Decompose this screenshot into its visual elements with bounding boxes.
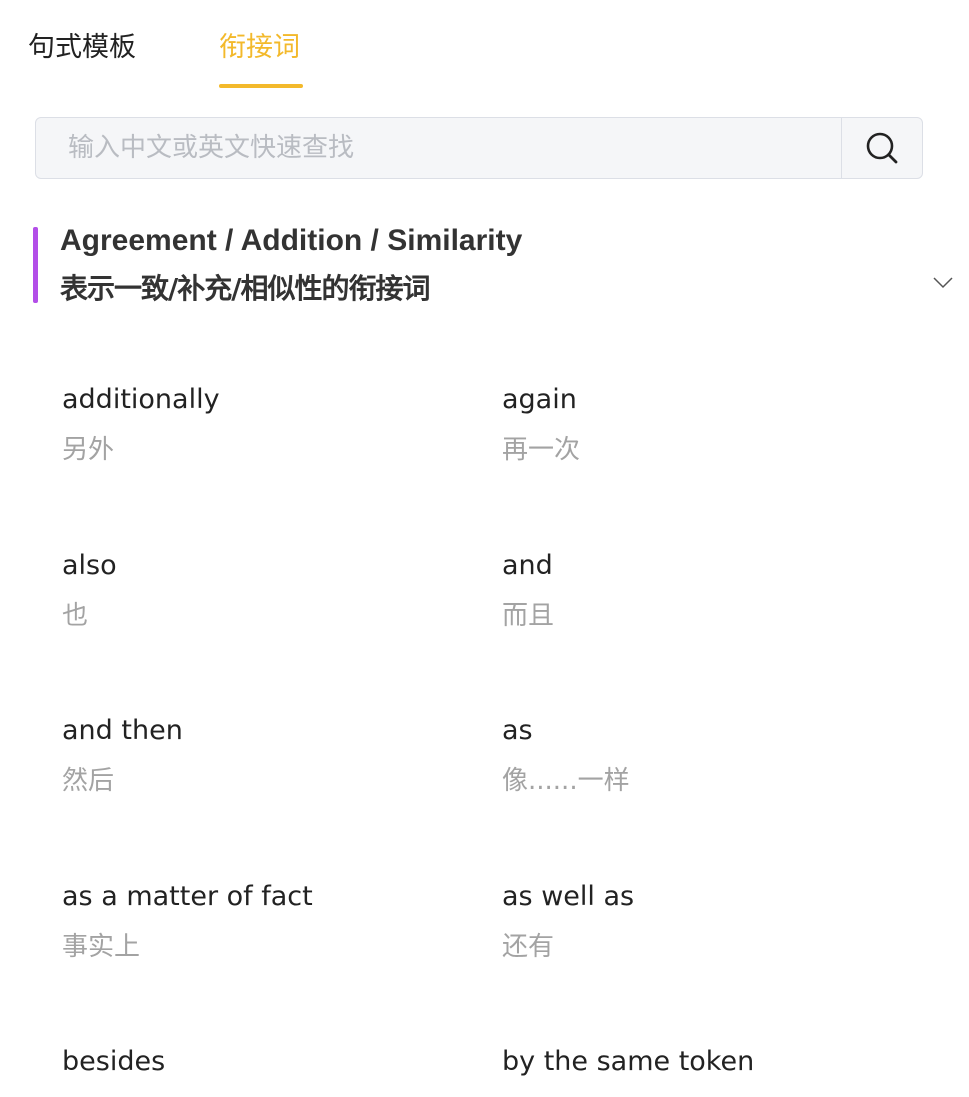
tab-bar: 句式模板 衔接词 [28, 26, 928, 90]
word-translation: 再一次 [502, 435, 581, 465]
search-box [35, 117, 923, 179]
word-translation: 另外 [62, 435, 115, 465]
word-translation: 然后 [62, 766, 115, 796]
section-accent-bar [33, 227, 38, 303]
word-english: and then [62, 715, 183, 746]
word-english: and [502, 550, 553, 581]
word-translation: 事实上 [62, 932, 141, 962]
search-icon [866, 132, 898, 164]
word-item[interactable]: as 像......一样 [502, 714, 922, 798]
word-translation: 还有 [502, 932, 555, 962]
word-translation: 而且 [502, 601, 555, 631]
word-item[interactable]: again 再一次 [502, 383, 922, 467]
word-item[interactable]: as a matter of fact 事实上 [62, 880, 482, 964]
word-item[interactable]: additionally 另外 [62, 383, 482, 467]
tab-sentence-templates[interactable]: 句式模板 [28, 26, 136, 70]
section-title-english: Agreement / Addition / Similarity [60, 224, 523, 257]
word-english: by the same token [502, 1046, 755, 1077]
word-item[interactable]: and then 然后 [62, 714, 482, 798]
chevron-down-icon[interactable] [932, 271, 954, 293]
word-english: as a matter of fact [62, 881, 313, 912]
word-english: again [502, 384, 577, 415]
search-button[interactable] [841, 118, 922, 178]
word-english: also [62, 550, 117, 581]
word-item[interactable]: as well as 还有 [502, 880, 922, 964]
word-translation: 像......一样 [502, 766, 630, 796]
word-item[interactable]: and 而且 [502, 549, 922, 633]
search-input[interactable] [36, 118, 842, 178]
active-tab-indicator [219, 84, 303, 88]
section-title-chinese: 表示一致/补充/相似性的衔接词 [60, 272, 430, 305]
tab-connectives[interactable]: 衔接词 [219, 26, 300, 70]
word-english: as well as [502, 881, 635, 912]
word-translation: 也 [62, 601, 89, 631]
word-english: as [502, 715, 533, 746]
word-item[interactable]: besides [62, 1045, 482, 1079]
word-item[interactable]: also 也 [62, 549, 482, 633]
word-english: additionally [62, 384, 220, 415]
word-english: besides [62, 1046, 166, 1077]
word-item[interactable]: by the same token [502, 1045, 922, 1079]
